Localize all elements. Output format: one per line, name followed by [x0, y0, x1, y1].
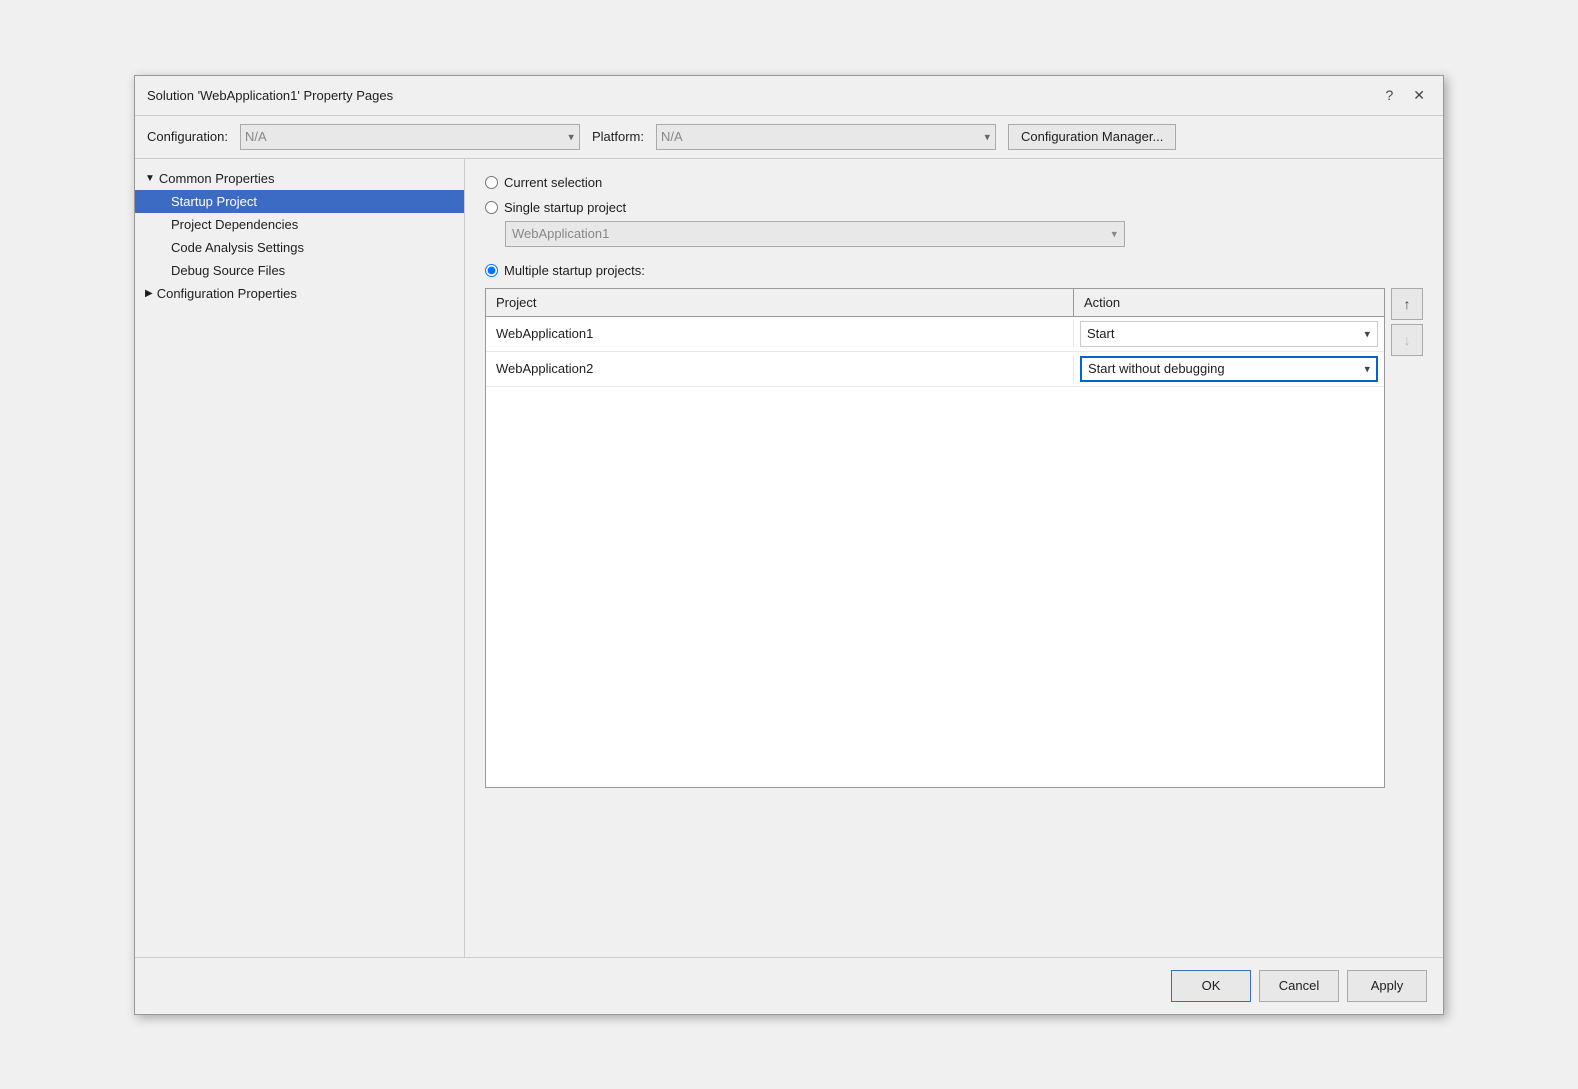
multiple-startup-row: Multiple startup projects: — [485, 263, 1423, 278]
table-row: WebApplication1 None Start Start without… — [486, 317, 1384, 352]
sidebar-item-debug-source-files[interactable]: Debug Source Files — [135, 259, 464, 282]
apply-button[interactable]: Apply — [1347, 970, 1427, 1002]
cancel-button[interactable]: Cancel — [1259, 970, 1339, 1002]
move-down-button[interactable]: ↓ — [1391, 324, 1423, 356]
multiple-startup-label[interactable]: Multiple startup projects: — [504, 263, 645, 278]
move-up-button[interactable]: ↑ — [1391, 288, 1423, 320]
config-manager-button[interactable]: Configuration Manager... — [1008, 124, 1176, 150]
configuration-label: Configuration: — [147, 129, 228, 144]
col-action-header: Action — [1074, 289, 1384, 316]
project-cell: WebApplication1 — [486, 320, 1074, 347]
projects-table-container: Project Action WebApplication1 None Star… — [485, 288, 1423, 788]
sidebar-item-label: Debug Source Files — [171, 263, 285, 278]
single-startup-label[interactable]: Single startup project — [504, 200, 626, 215]
action-select-wrapper-1: None Start Start without debugging — [1080, 321, 1378, 347]
sidebar-item-label: Project Dependencies — [171, 217, 298, 232]
dialog-title: Solution 'WebApplication1' Property Page… — [147, 88, 393, 103]
sidebar-item-code-analysis-settings[interactable]: Code Analysis Settings — [135, 236, 464, 259]
platform-select-wrapper: N/A — [656, 124, 996, 150]
ok-button[interactable]: OK — [1171, 970, 1251, 1002]
main-content: ▼ Common Properties Startup Project Proj… — [135, 159, 1443, 957]
single-startup-row: Single startup project — [485, 200, 1423, 215]
config-bar: Configuration: N/A Platform: N/A Configu… — [135, 116, 1443, 159]
help-button[interactable]: ? — [1379, 85, 1399, 105]
sidebar-group-label-common: Common Properties — [159, 171, 275, 186]
table-header: Project Action — [486, 289, 1384, 317]
common-properties-arrow-icon: ▼ — [145, 173, 155, 184]
sidebar-group-label-config: Configuration Properties — [157, 286, 297, 301]
single-project-select-wrapper: WebApplication1 — [505, 221, 1125, 247]
table-row: WebApplication2 None Start Start without… — [486, 352, 1384, 387]
close-button[interactable]: ✕ — [1407, 85, 1431, 106]
single-startup-radio[interactable] — [485, 201, 498, 214]
sidebar-item-label: Code Analysis Settings — [171, 240, 304, 255]
title-bar: Solution 'WebApplication1' Property Page… — [135, 76, 1443, 116]
action-select-wrapper-2: None Start Start without debugging — [1080, 356, 1378, 382]
multiple-startup-radio[interactable] — [485, 264, 498, 277]
footer: OK Cancel Apply — [135, 957, 1443, 1014]
content-panel: Current selection Single startup project… — [465, 159, 1443, 957]
action-cell: None Start Start without debugging — [1074, 317, 1384, 351]
col-project-header: Project — [486, 289, 1074, 316]
sidebar-item-project-dependencies[interactable]: Project Dependencies — [135, 213, 464, 236]
current-selection-row: Current selection — [485, 175, 1423, 190]
current-selection-radio[interactable] — [485, 176, 498, 189]
action-cell: None Start Start without debugging — [1074, 352, 1384, 386]
sidebar-group-configuration-properties[interactable]: ▶ Configuration Properties — [135, 282, 464, 305]
sidebar-group-common-properties[interactable]: ▼ Common Properties — [135, 167, 464, 190]
sidebar-item-startup-project[interactable]: Startup Project — [135, 190, 464, 213]
current-selection-label[interactable]: Current selection — [504, 175, 602, 190]
action-select-1[interactable]: None Start Start without debugging — [1080, 321, 1378, 347]
configuration-select-wrapper: N/A — [240, 124, 580, 150]
single-project-select[interactable]: WebApplication1 — [505, 221, 1125, 247]
sidebar: ▼ Common Properties Startup Project Proj… — [135, 159, 465, 957]
action-select-2[interactable]: None Start Start without debugging — [1080, 356, 1378, 382]
configuration-select[interactable]: N/A — [240, 124, 580, 150]
table-buttons: ↑ ↓ — [1391, 288, 1423, 356]
projects-table: Project Action WebApplication1 None Star… — [485, 288, 1385, 788]
config-properties-arrow-icon: ▶ — [145, 288, 153, 299]
title-bar-controls: ? ✕ — [1379, 85, 1431, 106]
sidebar-item-label: Startup Project — [171, 194, 257, 209]
platform-select[interactable]: N/A — [656, 124, 996, 150]
platform-label: Platform: — [592, 129, 644, 144]
project-cell: WebApplication2 — [486, 355, 1074, 382]
dialog: Solution 'WebApplication1' Property Page… — [134, 75, 1444, 1015]
